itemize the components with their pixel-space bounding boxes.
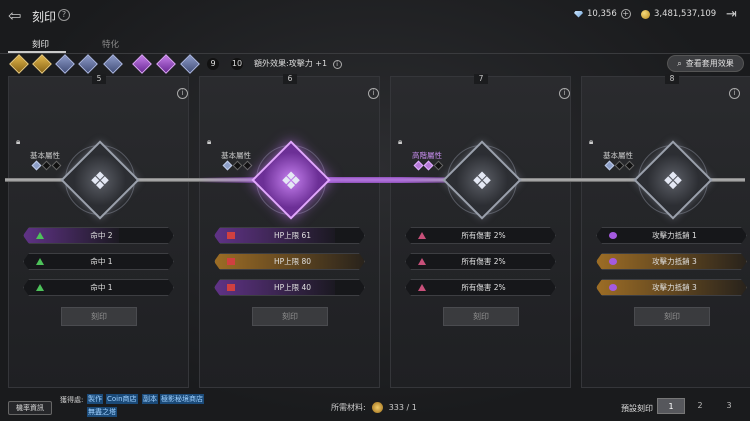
red-square-icon <box>227 258 235 265</box>
obtain-link[interactable]: 無盡之塔 <box>87 407 117 417</box>
view-set-effect-label: 查看套用效果 <box>685 59 734 68</box>
stat-text: 命中 2 <box>90 231 113 240</box>
knot-icon: ❖ <box>662 167 684 195</box>
coin-icon <box>641 9 650 19</box>
preset-label: 預設刻印 <box>621 404 653 413</box>
material-value: 333 / 1 <box>388 403 417 412</box>
purple-orb-icon <box>609 284 617 291</box>
red-square-icon <box>227 232 235 239</box>
gold-amount: 3,481,537,109 <box>654 9 717 19</box>
stat-row: 命中 1 <box>23 279 174 296</box>
material-icon <box>371 402 383 413</box>
stat-row: 命中 2 <box>23 227 174 244</box>
slot-9[interactable]: 9 <box>207 58 219 70</box>
info-icon[interactable]: i <box>368 88 379 99</box>
obtain-link[interactable]: 副本 <box>142 394 158 404</box>
stat-row: 攻擊力抵銷 3 <box>596 279 747 296</box>
preset-button-2[interactable]: 2 <box>686 398 714 414</box>
attribute-label: 基本屬性 <box>30 151 60 160</box>
stat-text: 攻擊力抵銷 1 <box>652 231 697 240</box>
add-gem-icon[interactable]: + <box>620 9 631 19</box>
stat-text: HP上限 80 <box>273 257 312 266</box>
material-label: 所需材料: <box>331 403 366 412</box>
lock-icon[interactable]: 🔒︎ <box>398 137 407 146</box>
panel-number: 7 <box>474 74 488 84</box>
info-icon[interactable]: i <box>332 60 342 69</box>
obtain-link[interactable]: Coin商店 <box>106 394 138 404</box>
gold-currency: 3,481,537,109 <box>641 9 716 19</box>
search-icon: ⌕ <box>677 58 682 68</box>
page-title: 刻印 <box>32 10 57 24</box>
gem-amount: 10,356 <box>587 9 617 19</box>
back-arrow-icon[interactable]: ⇦ <box>8 7 26 25</box>
top-bar: ⇦ 刻印 ? 10,356 + 3,481,537,109 ⇥ <box>0 0 750 32</box>
stat-row: 所有傷害 2% <box>405 253 556 270</box>
engrave-button[interactable]: 刻印 <box>252 307 328 326</box>
gem-currency: 10,356 + <box>574 9 631 19</box>
up-arrow-icon <box>418 232 426 239</box>
stat-row: HP上限 80 <box>214 253 365 270</box>
stat-row: 所有傷害 2% <box>405 279 556 296</box>
material-cost: 所需材料: 333 / 1 <box>331 402 417 413</box>
stat-row: 攻擊力抵銷 3 <box>596 253 747 270</box>
obtain-link[interactable]: 製作 <box>87 394 103 404</box>
probability-info-button[interactable]: 機率資訊 <box>8 401 52 415</box>
extra-effect-text: 額外效果:攻擊力 +1 <box>254 59 328 68</box>
info-icon[interactable]: i <box>729 88 740 99</box>
engrave-button[interactable]: 刻印 <box>61 307 137 326</box>
up-arrow-icon <box>36 284 44 291</box>
up-arrow-icon <box>36 258 44 265</box>
knot-icon: ❖ <box>471 167 493 195</box>
obtain-link[interactable]: 極影秘境商店 <box>160 394 204 404</box>
stat-row: 命中 1 <box>23 253 174 270</box>
panel-number: 5 <box>92 74 106 84</box>
stat-text: 攻擊力抵銷 3 <box>652 257 697 266</box>
view-set-effect-button[interactable]: ⌕ 查看套用效果 <box>667 55 744 72</box>
tab-specialize[interactable]: 特化 <box>102 38 119 50</box>
stat-text: HP上限 61 <box>273 231 312 240</box>
lock-icon[interactable]: 🔒︎ <box>589 137 598 146</box>
stat-text: HP上限 40 <box>273 283 312 292</box>
active-tab-indicator <box>8 51 66 53</box>
knot-icon: ❖ <box>280 167 302 195</box>
red-square-icon <box>227 284 235 291</box>
attribute-label: 高階屬性 <box>412 151 442 160</box>
info-icon[interactable]: i <box>177 88 188 99</box>
attribute-label: 基本屬性 <box>603 151 633 160</box>
preset-button-1[interactable]: 1 <box>657 398 685 414</box>
preset-button-3[interactable]: 3 <box>715 398 743 414</box>
stat-text: 命中 1 <box>90 283 113 292</box>
stat-row: HP上限 61 <box>214 227 365 244</box>
engrave-button[interactable]: 刻印 <box>634 307 710 326</box>
stat-row: 攻擊力抵銷 1 <box>596 227 747 244</box>
help-icon[interactable]: ? <box>58 9 70 21</box>
panel-number: 8 <box>665 74 679 84</box>
purple-orb-icon <box>609 258 617 265</box>
stat-text: 攻擊力抵銷 3 <box>652 283 697 292</box>
tab-engrave[interactable]: 刻印 <box>32 38 49 50</box>
stat-text: 命中 1 <box>90 257 113 266</box>
stat-text: 所有傷害 2% <box>461 283 506 292</box>
purple-orb-icon <box>609 232 617 239</box>
info-icon[interactable]: i <box>559 88 570 99</box>
extra-effect: 額外效果:攻擊力 +1 i <box>254 58 342 69</box>
stat-row: HP上限 40 <box>214 279 365 296</box>
lock-icon[interactable]: 🔒︎ <box>207 137 216 146</box>
stat-row: 所有傷害 2% <box>405 227 556 244</box>
slot-10[interactable]: 10 <box>231 58 243 70</box>
obtain-label: 獲得處: <box>60 396 84 404</box>
panel-number: 6 <box>283 74 297 84</box>
up-arrow-icon <box>418 258 426 265</box>
stat-text: 所有傷害 2% <box>461 231 506 240</box>
exit-icon[interactable]: ⇥ <box>726 7 742 23</box>
attribute-label: 基本屬性 <box>221 151 251 160</box>
engrave-button[interactable]: 刻印 <box>443 307 519 326</box>
knot-icon: ❖ <box>89 167 111 195</box>
stat-text: 所有傷害 2% <box>461 257 506 266</box>
lock-icon[interactable]: 🔒︎ <box>16 137 25 146</box>
up-arrow-icon <box>418 284 426 291</box>
diamond-icon <box>574 10 583 18</box>
